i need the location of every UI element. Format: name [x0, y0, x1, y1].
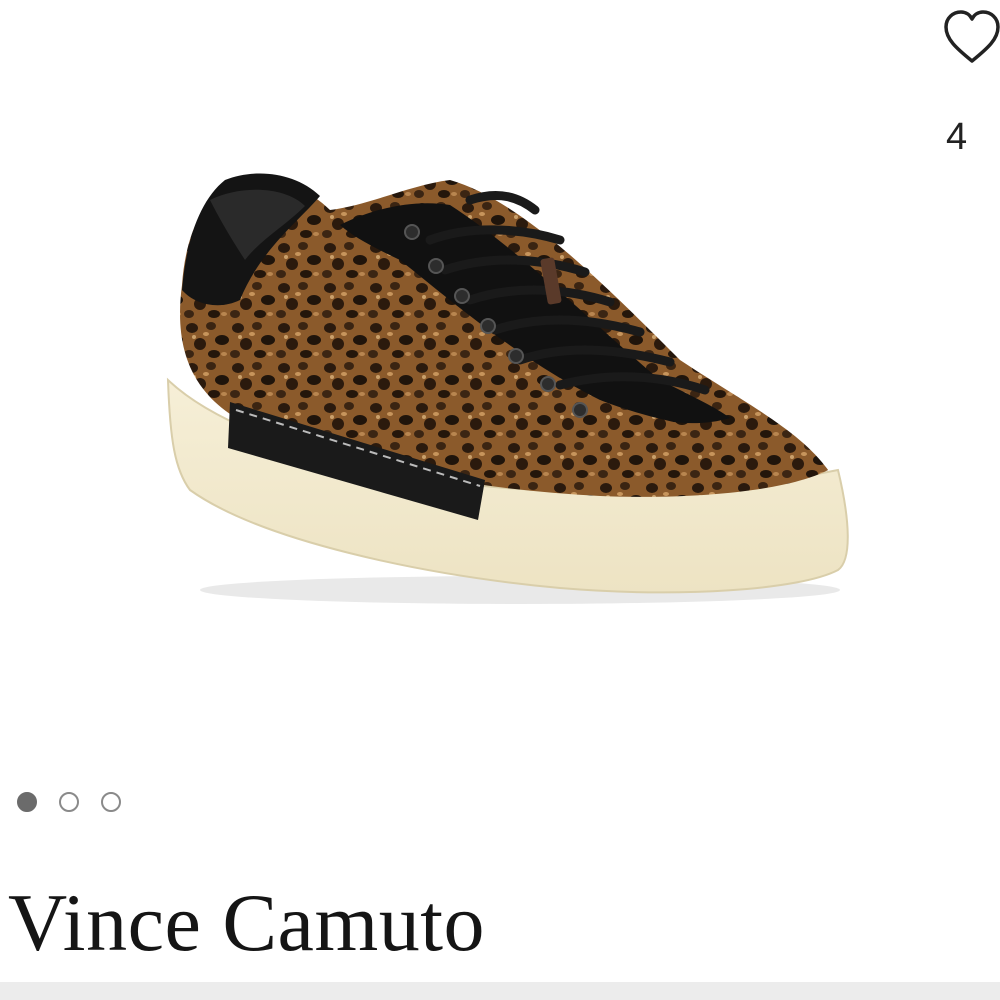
carousel-dot-1[interactable] — [17, 792, 37, 812]
favorite-count: 4 — [946, 116, 968, 158]
sneaker-illustration — [166, 173, 849, 604]
bottom-divider — [0, 982, 1000, 1000]
brand-name[interactable]: Vince Camuto — [8, 882, 485, 964]
product-image[interactable] — [0, 0, 1000, 760]
carousel-dot-2[interactable] — [59, 792, 79, 812]
heart-outline-icon — [944, 10, 1000, 63]
favorite-button[interactable]: 4 — [942, 8, 1000, 158]
image-carousel-dots — [17, 792, 121, 812]
carousel-dot-3[interactable] — [101, 792, 121, 812]
product-page: 4 Vince Camuto — [0, 0, 1000, 1000]
